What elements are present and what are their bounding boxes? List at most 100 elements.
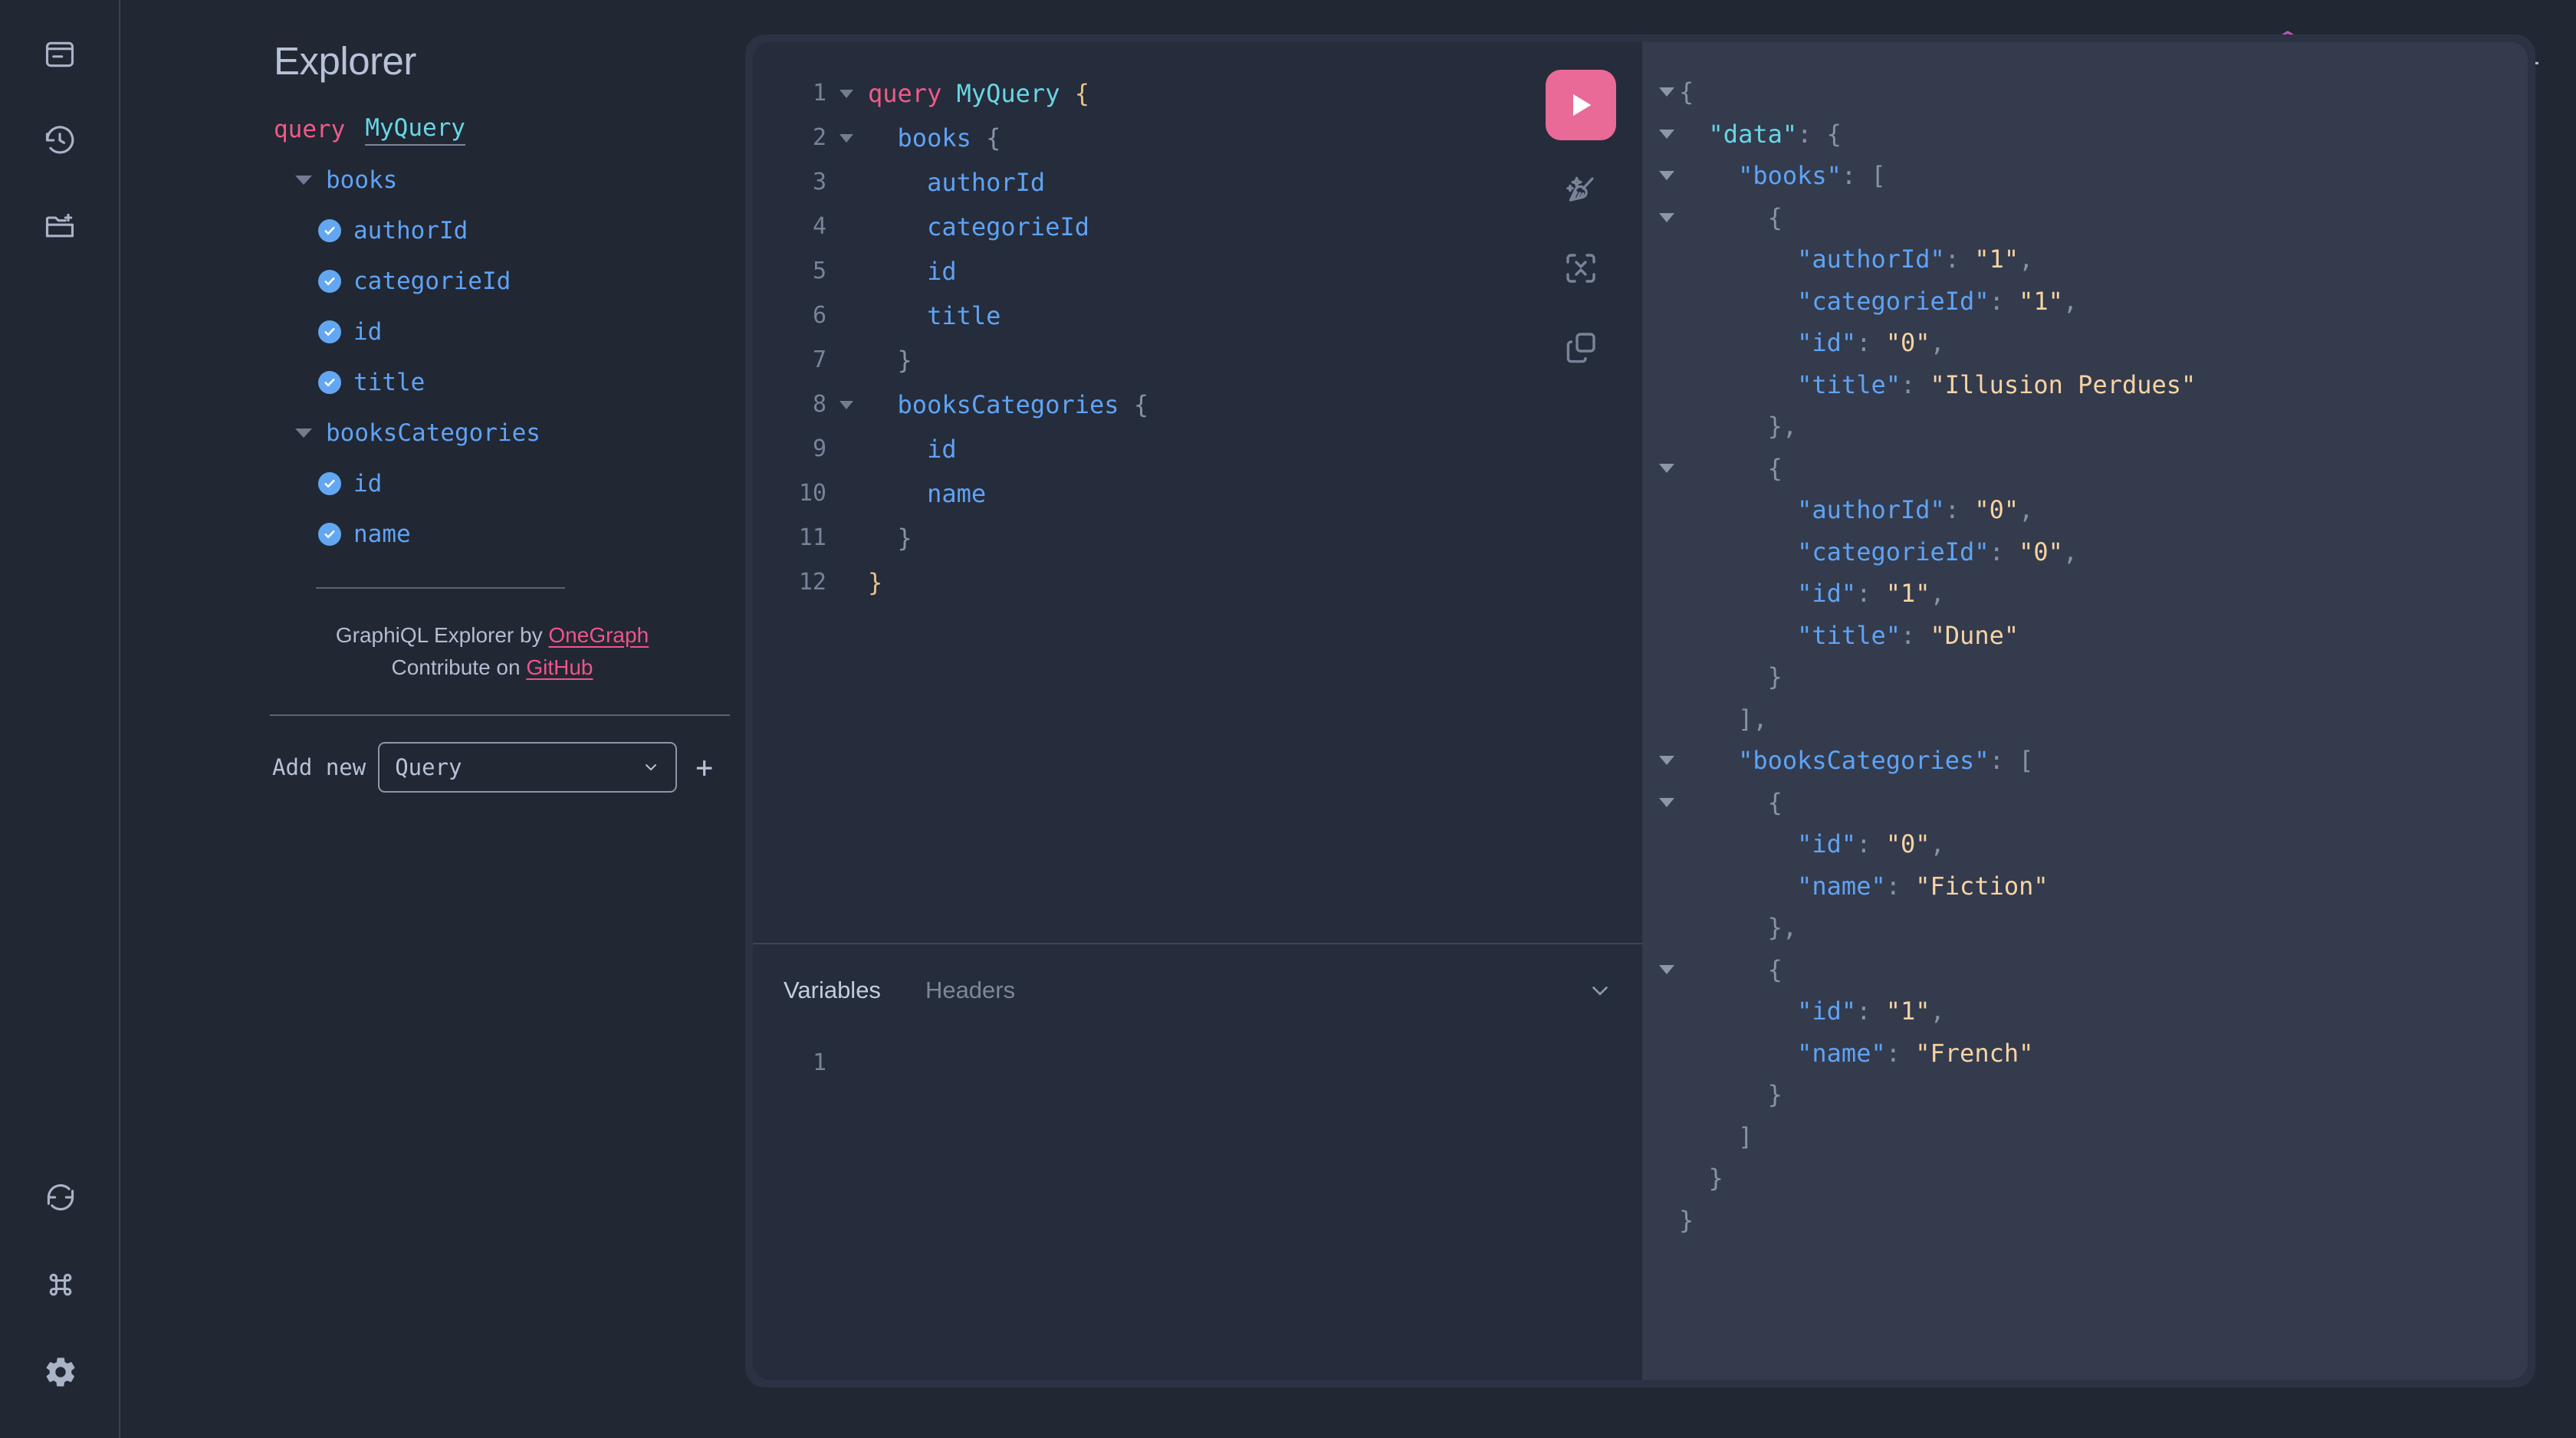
explorer-field-label: categorieId	[353, 268, 511, 295]
response-line: "id": "1",	[1642, 990, 2528, 1033]
tab-variables[interactable]: Variables	[784, 977, 881, 1004]
response-line: "title": "Dune"	[1642, 615, 2528, 657]
code-text: books {	[859, 116, 1001, 160]
toggle-variables-pane-button[interactable]	[1587, 977, 1613, 1003]
response-text: "name": "Fiction"	[1679, 865, 2049, 908]
explorer-field-label: id	[353, 470, 382, 497]
onegraph-link[interactable]: OneGraph	[548, 623, 649, 647]
variables-headers-tabs: Variables Headers	[753, 944, 1642, 1036]
explorer-field-row[interactable]: title	[120, 357, 730, 408]
response-line: "booksCategories": [	[1642, 740, 2528, 782]
fold-caret-icon[interactable]	[1642, 798, 1679, 807]
caret-down-icon[interactable]	[295, 176, 312, 185]
response-line: ],	[1642, 698, 2528, 740]
code-text: title	[859, 294, 1001, 338]
variables-editor[interactable]: 1	[753, 1036, 1642, 1380]
field-checkbox[interactable]	[318, 472, 341, 495]
response-text: "booksCategories": [	[1679, 740, 2033, 782]
editors-container: 1query MyQuery {2 books {3 authorId4 cat…	[745, 34, 2535, 1387]
code-line: 3 authorId	[753, 160, 1642, 205]
merge-fragments-button[interactable]	[1552, 240, 1609, 297]
query-editor-code[interactable]: 1query MyQuery {2 books {3 authorId4 cat…	[753, 42, 1642, 605]
fold-caret-icon[interactable]	[834, 134, 859, 143]
field-checkbox[interactable]	[318, 219, 341, 242]
explorer-field-group[interactable]: booksCategories	[120, 408, 730, 458]
caret-down-icon[interactable]	[295, 428, 312, 438]
response-line: {	[1642, 949, 2528, 991]
code-text: query MyQuery {	[859, 71, 1089, 116]
response-line: "id": "0",	[1642, 823, 2528, 865]
credit-line-onegraph: GraphiQL Explorer by OneGraph	[270, 619, 715, 652]
response-line: },	[1642, 907, 2528, 949]
response-line: "title": "Illusion Perdues"	[1642, 364, 2528, 406]
explorer-divider-top	[316, 587, 565, 589]
line-number: 3	[753, 160, 834, 205]
settings-gear-icon[interactable]	[41, 1352, 80, 1392]
response-text: "books": [	[1679, 155, 1886, 197]
explorer-tree: query MyQuery booksauthorIdcategorieIdid…	[120, 104, 730, 560]
fold-caret-icon[interactable]	[1642, 965, 1679, 974]
fold-caret-icon[interactable]	[1642, 464, 1679, 473]
response-text: "authorId": "0",	[1679, 489, 2033, 531]
fold-caret-icon[interactable]	[1642, 130, 1679, 139]
response-line: }	[1642, 1200, 2528, 1242]
response-json[interactable]: { "data": { "books": [ { "authorId": "1"…	[1642, 42, 2528, 1241]
field-checkbox[interactable]	[318, 320, 341, 343]
plugin-explorer-icon[interactable]	[40, 206, 80, 246]
response-line: {	[1642, 197, 2528, 239]
explorer-field-label: name	[353, 520, 411, 548]
fold-caret-icon[interactable]	[1642, 756, 1679, 765]
explorer-field-label: id	[353, 318, 382, 346]
field-checkbox[interactable]	[318, 371, 341, 394]
fold-caret-icon[interactable]	[1642, 213, 1679, 222]
operation-name[interactable]: MyQuery	[365, 114, 465, 146]
code-line: 1query MyQuery {	[753, 71, 1642, 116]
response-text: ],	[1679, 698, 1768, 740]
response-line: "categorieId": "0",	[1642, 531, 2528, 573]
docs-icon[interactable]	[40, 34, 80, 74]
code-text: name	[859, 471, 986, 516]
code-text: booksCategories {	[859, 382, 1148, 427]
response-text: },	[1679, 907, 1797, 949]
response-line: {	[1642, 71, 2528, 113]
response-line: "name": "French"	[1642, 1033, 2528, 1075]
code-line: 12}	[753, 560, 1642, 605]
response-text: }	[1679, 656, 1783, 698]
response-text: "id": "0",	[1679, 322, 1945, 364]
refetch-schema-icon[interactable]	[41, 1177, 80, 1217]
fold-caret-icon[interactable]	[1642, 87, 1679, 97]
explorer-field-row[interactable]: id	[120, 458, 730, 509]
field-checkbox[interactable]	[318, 270, 341, 293]
history-icon[interactable]	[40, 120, 80, 160]
add-new-operation-button[interactable]: +	[695, 753, 713, 782]
fold-caret-icon[interactable]	[834, 401, 859, 409]
explorer-credits: GraphiQL Explorer by OneGraph Contribute…	[270, 619, 715, 684]
explorer-field-label: authorId	[353, 217, 468, 245]
explorer-field-row[interactable]: id	[120, 307, 730, 357]
explorer-title: Explorer	[120, 40, 730, 83]
prettify-button[interactable]	[1552, 162, 1609, 218]
response-text: "title": "Dune"	[1679, 615, 2019, 657]
response-pane: { "data": { "books": [ { "authorId": "1"…	[1642, 42, 2528, 1380]
execute-query-button[interactable]	[1546, 70, 1616, 140]
line-number: 8	[753, 382, 834, 427]
explorer-field-label: books	[326, 166, 397, 194]
tab-headers[interactable]: Headers	[925, 977, 1015, 1004]
session-area: Yoga GraphiQL 1query MyQuery {2 books {3…	[730, 0, 2576, 1438]
explorer-field-row[interactable]: authorId	[120, 205, 730, 256]
explorer-field-row[interactable]: categorieId	[120, 256, 730, 307]
fold-caret-icon[interactable]	[1642, 171, 1679, 180]
copy-query-button[interactable]	[1552, 318, 1609, 375]
fold-caret-icon[interactable]	[834, 90, 859, 98]
response-text: "categorieId": "0",	[1679, 531, 2078, 573]
explorer-field-label: title	[353, 369, 425, 396]
keyboard-shortcuts-icon[interactable]	[41, 1265, 80, 1305]
code-line: 11 }	[753, 516, 1642, 560]
add-new-operation-select[interactable]: Query	[378, 742, 677, 793]
field-checkbox[interactable]	[318, 523, 341, 546]
variables-line: 1	[753, 1036, 1642, 1081]
explorer-field-row[interactable]: name	[120, 509, 730, 560]
response-text: "title": "Illusion Perdues"	[1679, 364, 2196, 406]
github-link[interactable]: GitHub	[526, 655, 593, 679]
explorer-field-group[interactable]: books	[120, 155, 730, 205]
